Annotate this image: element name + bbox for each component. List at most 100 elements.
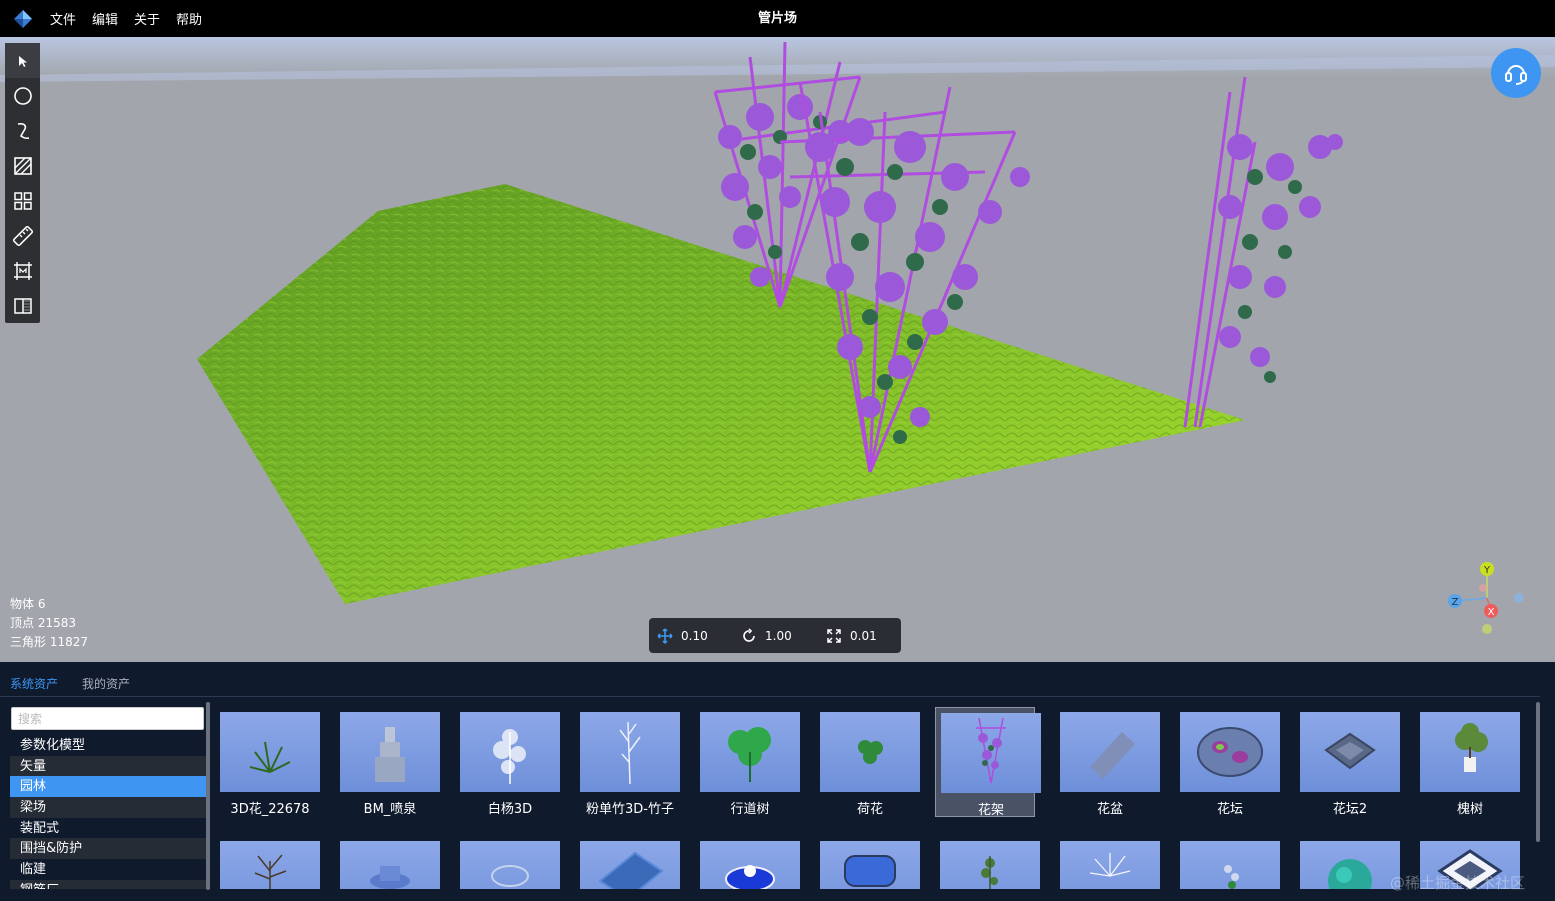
app-logo-icon (14, 10, 32, 28)
asset-label: 粉单竹3D-竹子 (586, 802, 674, 817)
asset-card[interactable] (1175, 836, 1280, 889)
frame-icon (13, 261, 32, 280)
asset-thumbnail (340, 712, 440, 792)
grass-plane (197, 184, 1245, 604)
asset-card[interactable] (695, 836, 800, 889)
asset-thumbnail (460, 712, 560, 792)
scale-step[interactable]: 0.01 (826, 618, 877, 653)
asset-card[interactable]: 槐树 (1415, 707, 1520, 817)
curve-icon (17, 122, 29, 139)
stat-objects: 物体 6 (10, 597, 46, 611)
asset-thumbnail (340, 841, 440, 889)
menu-help[interactable]: 帮助 (176, 9, 202, 28)
asset-grid-scrollbar[interactable] (1536, 702, 1540, 842)
gizmo-x-label: X (1488, 607, 1495, 618)
rotate-icon (743, 627, 755, 642)
category-item[interactable]: 参数化模型 (10, 735, 206, 756)
axis-gizmo[interactable]: Y Z X (1443, 558, 1533, 643)
asset-card[interactable]: 粉单竹3D-竹子 (575, 707, 680, 817)
category-item[interactable]: 钢筋厂 (10, 879, 206, 889)
menu-file[interactable]: 文件 (50, 9, 76, 28)
hatch-area-icon (13, 156, 32, 175)
ruler-icon (12, 225, 33, 246)
asset-grid: 3D花_22678 BM_喷泉 白杨3D 粉单竹3D-竹子 行道树 荷花 花架 … (215, 707, 1530, 889)
asset-card[interactable] (1055, 836, 1160, 889)
asset-card[interactable]: 白杨3D (455, 707, 560, 817)
asset-card[interactable] (815, 836, 920, 889)
tool-circle[interactable] (5, 78, 40, 113)
asset-thumbnail (1300, 841, 1400, 889)
asset-card[interactable] (575, 836, 680, 889)
tool-grid[interactable] (5, 183, 40, 218)
asset-thumbnail (580, 712, 680, 792)
asset-thumbnail (941, 713, 1041, 793)
circle-icon (13, 86, 32, 105)
tool-ruler[interactable] (5, 218, 40, 253)
support-button[interactable] (1491, 48, 1541, 98)
stat-triangles: 三角形 11827 (10, 635, 88, 649)
asset-thumbnail (1060, 841, 1160, 889)
asset-card[interactable] (335, 836, 440, 889)
move-step-value: 0.10 (681, 628, 708, 643)
stat-vertices: 顶点 21583 (10, 616, 76, 630)
category-scrollbar[interactable] (206, 702, 210, 890)
asset-label: 荷花 (856, 802, 883, 817)
scale-icon (827, 628, 841, 643)
transform-step-bar: 0.10 1.00 0.01 (649, 618, 901, 653)
asset-thumbnail (460, 841, 560, 889)
flower-trellis-right (1183, 76, 1343, 428)
category-item[interactable]: 临建 (10, 859, 206, 880)
asset-card[interactable]: 花坛2 (1295, 707, 1400, 817)
asset-thumbnail (1420, 712, 1520, 792)
app-window: 文件 编辑 关于 帮助 管片场 物体 6 顶点 21583 三角形 11827 … (0, 0, 1555, 901)
asset-card[interactable] (455, 836, 560, 889)
rotate-step-value: 1.00 (765, 628, 792, 643)
asset-card[interactable] (1295, 836, 1400, 889)
asset-label: 白杨3D (487, 802, 533, 817)
scene-render (0, 37, 1555, 604)
move-step[interactable]: 0.10 (657, 618, 708, 653)
asset-card[interactable]: 花盆 (1055, 707, 1160, 817)
asset-search-input[interactable] (11, 707, 204, 730)
asset-card[interactable]: 行道树 (695, 707, 800, 817)
asset-label: 3D花_22678 (230, 802, 310, 817)
category-item[interactable]: 矢量 (10, 755, 206, 777)
tool-select[interactable] (5, 43, 40, 78)
asset-card[interactable]: 荷花 (815, 707, 920, 817)
menu-edit[interactable]: 编辑 (92, 9, 118, 28)
tool-curve[interactable] (5, 113, 40, 148)
top-menu-bar: 文件 编辑 关于 帮助 管片场 (0, 0, 1555, 37)
select-arrow-icon (18, 55, 27, 67)
category-item[interactable]: 装配式 (10, 817, 206, 839)
asset-card[interactable]: 3D花_22678 (215, 707, 320, 817)
asset-label: BM_喷泉 (363, 802, 417, 817)
menu-about[interactable]: 关于 (134, 9, 160, 28)
asset-card[interactable]: BM_喷泉 (335, 707, 440, 817)
move-icon (657, 627, 673, 644)
asset-thumbnail (700, 712, 800, 792)
asset-card[interactable]: 花坛 (1175, 707, 1280, 817)
asset-card-selected[interactable]: 花架 (935, 707, 1041, 818)
asset-card[interactable] (935, 836, 1040, 889)
asset-tabs: 系统资产 我的资产 (0, 662, 1540, 697)
app-title: 管片场 (757, 11, 797, 26)
tool-split-view[interactable] (5, 288, 40, 323)
asset-thumbnail (220, 841, 320, 889)
asset-thumbnail (1300, 712, 1400, 792)
asset-thumbnail (820, 841, 920, 889)
tab-my-assets[interactable]: 我的资产 (82, 675, 130, 692)
asset-card[interactable] (215, 836, 320, 889)
asset-thumbnail (940, 841, 1040, 889)
category-item[interactable]: 梁场 (10, 797, 206, 818)
tool-frame[interactable] (5, 253, 40, 288)
rotate-step[interactable]: 1.00 (741, 618, 792, 653)
watermark: @稀土掘金技术社区 (1390, 874, 1526, 892)
category-list: 参数化模型 矢量 园林 梁场 装配式 围挡&防护 临建 钢筋厂 (10, 735, 206, 889)
tool-hatch-area[interactable] (5, 148, 40, 183)
asset-thumbnail (580, 841, 680, 889)
category-item[interactable]: 围挡&防护 (10, 838, 206, 860)
3d-viewport[interactable]: 物体 6 顶点 21583 三角形 11827 0.10 1.00 0.01 Y… (0, 37, 1555, 662)
asset-thumbnail (700, 841, 800, 889)
category-item-selected[interactable]: 园林 (10, 776, 206, 798)
tab-system-assets[interactable]: 系统资产 (10, 675, 58, 692)
